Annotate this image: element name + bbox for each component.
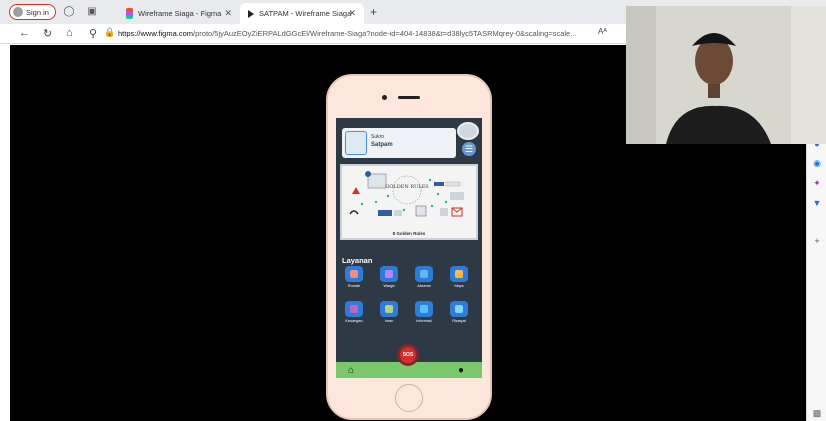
presenter-video — [626, 6, 826, 144]
url-field[interactable]: https://www.figma.com/proto/5jyAuzEOyZiE… — [118, 27, 618, 41]
people-icon — [380, 266, 398, 282]
golden-rules-text: GOLDEN RULES — [385, 184, 429, 190]
sign-in-label: Sign in — [26, 7, 49, 17]
service-label: Keuangan — [345, 319, 363, 323]
sign-in-button[interactable]: Sign in — [9, 4, 56, 20]
speaker — [398, 96, 420, 99]
golden-rules-illustration: GOLDEN RULES — [349, 171, 464, 217]
avatar — [345, 131, 367, 155]
tab-title: SATPAM - Wireframe Siaga — [259, 9, 352, 18]
golden-rules-banner[interactable]: GOLDEN RULES 8 Golden Rules — [340, 164, 478, 240]
profile-card[interactable]: Sukro Satpam — [342, 128, 456, 158]
tab-wireframe-siaga-figma[interactable]: Wireframe Siaga - Figma ✕ — [118, 3, 240, 24]
tab-title: Wireframe Siaga - Figma — [138, 9, 222, 18]
workspaces-icon[interactable]: ◯ — [63, 6, 75, 18]
home-nav-icon[interactable]: ⌂ — [348, 365, 354, 376]
url-path: /proto/5jyAuzEOyZiERPALdGGcEl/Wireframe-… — [193, 29, 577, 38]
service-warga[interactable]: Warga — [374, 266, 404, 294]
games-icon[interactable]: ✦ — [812, 178, 822, 188]
drop-icon[interactable]: ▼ — [812, 198, 822, 208]
phone-home-button — [395, 384, 423, 412]
service-label: Absensi — [417, 284, 431, 288]
url-host: https://www.figma.com — [118, 29, 194, 38]
section-title: Layanan — [342, 256, 373, 265]
calendar-icon — [415, 266, 433, 282]
service-riwayat[interactable]: Riwayat — [444, 301, 474, 329]
search-icon[interactable]: ⚲ — [89, 27, 97, 40]
service-maps[interactable]: Maps — [444, 266, 474, 294]
service-label: Warga — [383, 284, 395, 288]
service-informasi[interactable]: Informasi — [409, 301, 439, 329]
profile-role: Satpam — [371, 142, 393, 148]
profile-icon — [13, 7, 23, 17]
service-label: Rumah — [347, 284, 361, 288]
play-icon — [248, 9, 254, 18]
coins-icon — [380, 301, 398, 317]
sidebar-settings-icon[interactable]: ▩ — [812, 408, 822, 418]
service-label: Informasi — [416, 319, 432, 323]
camera-icon — [382, 95, 387, 100]
close-icon[interactable]: ✕ — [348, 8, 356, 19]
screen-root: Sign in ◯ ▣ Wireframe Siaga - Figma ✕ SA… — [0, 0, 826, 421]
banner-caption: 8 Golden Rules — [392, 231, 426, 236]
read-aloud-icon[interactable]: Aᴬ — [598, 27, 607, 36]
webcam-overlay — [626, 6, 826, 144]
service-label: Riwayat — [452, 319, 466, 323]
close-icon[interactable]: ✕ — [224, 8, 232, 19]
back-icon[interactable]: ← — [19, 27, 30, 39]
menu-icon[interactable]: ☰ — [462, 142, 476, 156]
new-tab-icon[interactable]: + — [370, 5, 377, 19]
service-keuangan[interactable]: Keuangan — [339, 301, 369, 329]
sos-button[interactable]: SOS — [397, 344, 419, 366]
lock-icon: 🔒 — [104, 27, 116, 37]
info-icon — [415, 301, 433, 317]
tab-actions-icon[interactable]: ▣ — [86, 6, 98, 18]
tab-satpam-wireframe[interactable]: SATPAM - Wireframe Siaga ✕ — [240, 3, 364, 24]
cloud-icon — [457, 122, 479, 140]
home-icon[interactable]: ⌂ — [66, 27, 73, 39]
profile-name: Sukro — [371, 134, 385, 140]
service-absensi[interactable]: Absensi — [409, 266, 439, 294]
app-screen: Sukro Satpam ☰ GOLDEN RULES 8 Golden Rul… — [336, 118, 482, 378]
map-icon — [450, 266, 468, 282]
phone-mockup: Sukro Satpam ☰ GOLDEN RULES 8 Golden Rul… — [326, 74, 492, 420]
wallet-icon — [345, 301, 363, 317]
refresh-icon[interactable]: ↻ — [43, 27, 52, 40]
service-label: Maps — [454, 284, 464, 288]
figma-icon — [126, 8, 133, 19]
copilot-icon[interactable]: ◉ — [812, 158, 822, 168]
add-sidebar-icon[interactable]: + — [812, 236, 822, 246]
house-icon — [345, 266, 363, 282]
service-rumah[interactable]: Rumah — [339, 266, 369, 294]
service-iuran[interactable]: Iuran — [374, 301, 404, 329]
history-icon — [450, 301, 468, 317]
profile-nav-icon[interactable]: ● — [458, 365, 464, 376]
service-label: Iuran — [384, 319, 394, 323]
